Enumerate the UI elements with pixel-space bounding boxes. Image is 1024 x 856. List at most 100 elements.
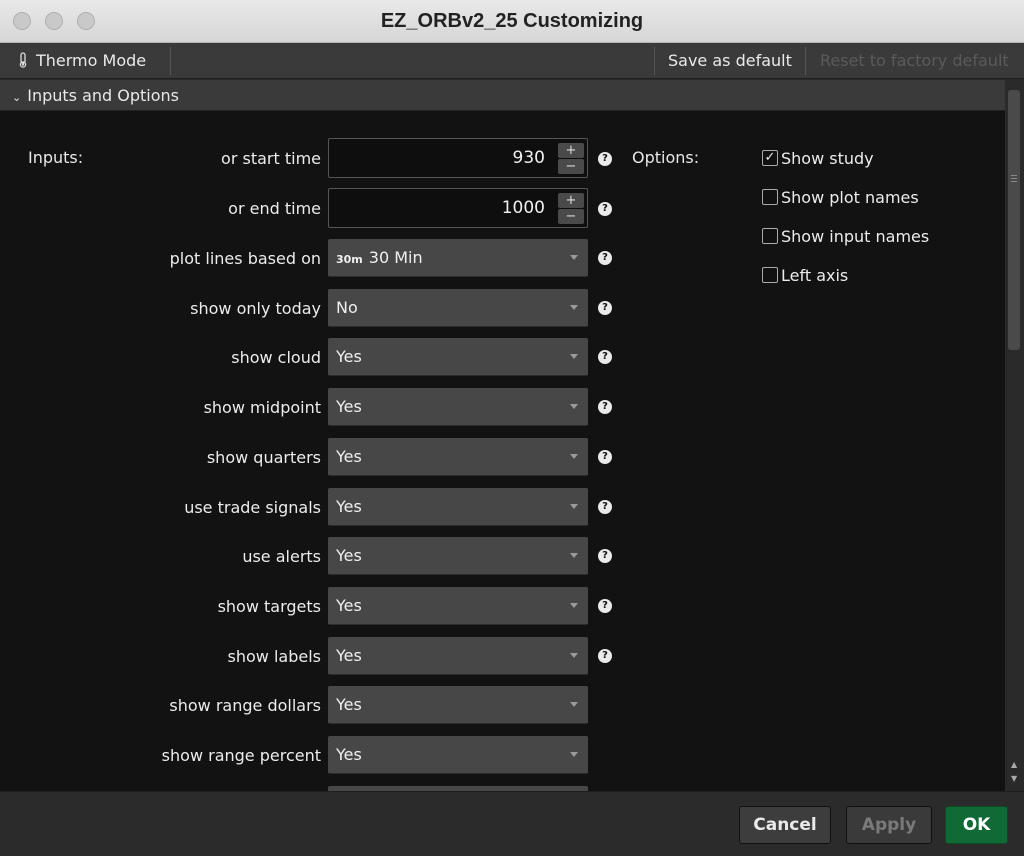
- select-value: 30m 30 Min: [336, 248, 423, 267]
- decrement-icon[interactable]: −: [558, 209, 584, 224]
- increment-icon[interactable]: +: [558, 143, 584, 158]
- end-time-label: or end time: [228, 199, 321, 218]
- end-time-field[interactable]: 1000 + −: [328, 188, 588, 228]
- input-select[interactable]: Yes: [328, 338, 588, 377]
- increment-icon[interactable]: +: [558, 193, 584, 208]
- help-icon[interactable]: ?: [598, 598, 612, 613]
- select-value: No: [336, 298, 358, 317]
- input-label: use trade signals: [184, 497, 321, 517]
- select-value-text: Yes: [336, 446, 362, 466]
- help-icon[interactable]: ?: [598, 400, 612, 415]
- option-label[interactable]: Left axis: [781, 266, 848, 285]
- toolbar-divider: [805, 47, 806, 75]
- aggregation-badge: 30m: [336, 253, 363, 266]
- help-icon[interactable]: ?: [598, 350, 612, 365]
- reset-factory-default-button[interactable]: Reset to factory default: [820, 43, 1009, 78]
- dropdown-caret-icon: [570, 602, 578, 608]
- select-value-text: Yes: [336, 496, 362, 516]
- input-select[interactable]: Yes: [328, 736, 588, 774]
- cancel-button[interactable]: Cancel: [739, 806, 831, 844]
- scroll-up-icon[interactable]: ▲: [1011, 760, 1017, 769]
- toolbar-divider: [654, 47, 655, 75]
- dropdown-caret-icon: [570, 304, 578, 310]
- input-select[interactable]: Yes: [328, 388, 588, 427]
- thermometer-icon: [19, 52, 27, 68]
- select-value: Yes: [336, 546, 362, 565]
- select-value: Yes: [336, 397, 362, 416]
- select-value-text: Yes: [336, 695, 362, 715]
- dropdown-caret-icon: [570, 404, 578, 410]
- select-value: Yes: [336, 646, 362, 665]
- option-label[interactable]: Show input names: [781, 227, 929, 246]
- select-value-text: Yes: [336, 347, 362, 367]
- select-value-text: Yes: [336, 745, 362, 764]
- start-time-field[interactable]: 930 + −: [328, 138, 588, 178]
- select-value-text: Yes: [336, 546, 362, 566]
- help-icon[interactable]: ?: [598, 251, 612, 265]
- help-icon[interactable]: ?: [598, 300, 612, 315]
- select-value: Yes: [336, 695, 362, 714]
- input-select[interactable]: Yes: [328, 437, 588, 476]
- decrement-icon[interactable]: −: [558, 159, 584, 174]
- scroll-thumb[interactable]: [1008, 90, 1020, 350]
- save-as-default-button[interactable]: Save as default: [668, 43, 792, 78]
- dropdown-caret-icon: [570, 453, 578, 459]
- input-label: show labels: [227, 646, 321, 666]
- input-select[interactable]: Yes: [328, 686, 588, 725]
- apply-button[interactable]: Apply: [846, 806, 932, 844]
- select-value: Yes: [336, 347, 362, 366]
- inputs-heading: Inputs:: [28, 148, 84, 167]
- input-select[interactable]: Yes: [328, 586, 588, 625]
- dropdown-caret-icon: [570, 503, 578, 509]
- input-select[interactable]: No: [328, 288, 588, 327]
- input-label: show range percent: [161, 746, 321, 765]
- toolbar-divider: [170, 47, 171, 75]
- option-label[interactable]: Show study: [781, 149, 874, 168]
- help-icon[interactable]: ?: [598, 549, 612, 564]
- input-label: use alerts: [242, 547, 321, 567]
- help-icon[interactable]: ?: [598, 499, 612, 514]
- option-checkbox[interactable]: [762, 189, 778, 205]
- input-select[interactable]: Yes: [328, 487, 588, 526]
- option-checkbox[interactable]: ✓: [762, 150, 778, 166]
- help-icon[interactable]: ?: [598, 152, 612, 166]
- select-value: Yes: [336, 596, 362, 615]
- dialog-footer: Cancel Apply OK: [0, 791, 1024, 856]
- dropdown-caret-icon: [570, 354, 578, 360]
- dropdown-caret-icon: [570, 553, 578, 559]
- section-title: Inputs and Options: [27, 86, 179, 105]
- input-select[interactable]: 30m 30 Min: [328, 239, 588, 277]
- select-value: Yes: [336, 497, 362, 516]
- thermo-mode-label: Thermo Mode: [36, 51, 147, 70]
- dropdown-caret-icon: [570, 702, 578, 708]
- select-value-text: Yes: [336, 595, 362, 615]
- title-bar: EZ_ORBv2_25 Customizing: [0, 0, 1024, 43]
- input-label: show range dollars: [169, 696, 321, 716]
- settings-panel: Inputs: or start time 930 + − ? or end t…: [0, 111, 1005, 791]
- chevron-down-icon: ⌄: [12, 91, 22, 104]
- option-checkbox[interactable]: [762, 228, 778, 244]
- input-label: show cloud: [231, 348, 321, 368]
- help-icon[interactable]: ?: [598, 449, 612, 464]
- thermo-mode-button[interactable]: Thermo Mode: [18, 43, 146, 78]
- end-time-value: 1000: [501, 198, 545, 218]
- input-select[interactable]: Yes: [328, 636, 588, 675]
- ok-button[interactable]: OK: [945, 806, 1008, 844]
- option-checkbox[interactable]: [762, 267, 778, 283]
- help-icon[interactable]: ?: [598, 202, 612, 216]
- input-label: show midpoint: [203, 398, 321, 418]
- dropdown-caret-icon: [570, 255, 578, 260]
- options-heading: Options:: [632, 148, 700, 167]
- input-select[interactable]: Yes: [328, 537, 588, 576]
- help-icon[interactable]: ?: [598, 648, 612, 663]
- inputs-options-section-header[interactable]: ⌄ Inputs and Options: [0, 80, 1005, 111]
- start-time-label: or start time: [221, 149, 321, 168]
- option-label[interactable]: Show plot names: [781, 188, 919, 207]
- select-value-text: Yes: [336, 645, 362, 665]
- dropdown-caret-icon: [570, 752, 578, 757]
- select-value-text: No: [336, 297, 358, 317]
- toolbar: Thermo Mode Save as default Reset to fac…: [0, 43, 1024, 79]
- scroll-down-icon[interactable]: ▼: [1011, 774, 1017, 783]
- window-title: EZ_ORBv2_25 Customizing: [380, 10, 644, 32]
- vertical-scrollbar[interactable]: ▲ ▼: [1005, 80, 1024, 791]
